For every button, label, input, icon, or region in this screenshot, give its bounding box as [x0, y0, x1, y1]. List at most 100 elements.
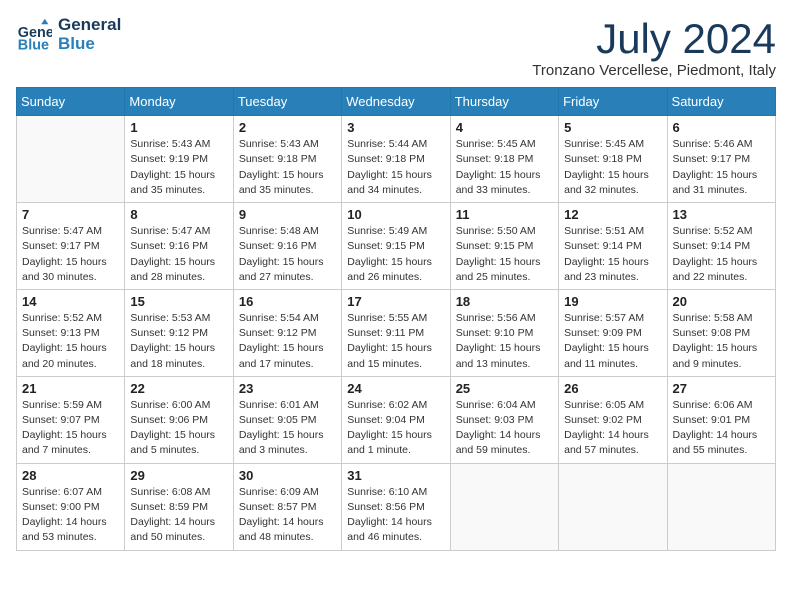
day-number: 18	[456, 294, 553, 309]
day-info: Sunrise: 5:45 AM Sunset: 9:18 PM Dayligh…	[456, 137, 553, 198]
day-number: 5	[564, 120, 661, 135]
day-info: Sunrise: 6:05 AM Sunset: 9:02 PM Dayligh…	[564, 398, 661, 459]
day-number: 9	[239, 207, 336, 222]
day-info: Sunrise: 6:09 AM Sunset: 8:57 PM Dayligh…	[239, 485, 336, 546]
weekday-header-row: SundayMondayTuesdayWednesdayThursdayFrid…	[17, 88, 776, 116]
day-number: 21	[22, 381, 119, 396]
day-info: Sunrise: 5:56 AM Sunset: 9:10 PM Dayligh…	[456, 311, 553, 372]
svg-text:Blue: Blue	[18, 37, 49, 53]
calendar-cell: 9Sunrise: 5:48 AM Sunset: 9:16 PM Daylig…	[233, 203, 341, 290]
day-info: Sunrise: 5:52 AM Sunset: 9:13 PM Dayligh…	[22, 311, 119, 372]
calendar-cell: 8 Sunrise: 5:47 AM Sunset: 9:16 PM Daylig…	[125, 203, 233, 290]
day-info: Sunrise: 5:57 AM Sunset: 9:09 PM Dayligh…	[564, 311, 661, 372]
day-number: 28	[22, 468, 119, 483]
day-number: 8	[130, 207, 227, 222]
calendar-cell: 3Sunrise: 5:44 AM Sunset: 9:18 PM Daylig…	[342, 116, 450, 203]
weekday-header: Friday	[559, 88, 667, 116]
day-number: 22	[130, 381, 227, 396]
weekday-header: Sunday	[17, 88, 125, 116]
day-number: 30	[239, 468, 336, 483]
day-info: Sunrise: 5:43 AM Sunset: 9:19 PM Dayligh…	[130, 137, 227, 198]
calendar-cell: 14 Sunrise: 5:52 AM Sunset: 9:13 PM Dayli…	[17, 289, 125, 376]
day-info: Sunrise: 6:06 AM Sunset: 9:01 PM Dayligh…	[673, 398, 770, 459]
calendar-cell: 30 Sunrise: 6:09 AM Sunset: 8:57 PM Dayli…	[233, 463, 341, 550]
day-number: 2	[239, 120, 336, 135]
day-info: Sunrise: 6:00 AM Sunset: 9:06 PM Dayligh…	[130, 398, 227, 459]
day-number: 3	[347, 120, 444, 135]
day-number: 26	[564, 381, 661, 396]
calendar-cell: 4 Sunrise: 5:45 AM Sunset: 9:18 PM Daylig…	[450, 116, 558, 203]
calendar-cell: 12 Sunrise: 5:51 AM Sunset: 9:14 PM Dayli…	[559, 203, 667, 290]
day-info: Sunrise: 5:52 AM Sunset: 9:14 PM Dayligh…	[673, 224, 770, 285]
calendar-cell	[450, 463, 558, 550]
calendar-cell: 26 Sunrise: 6:05 AM Sunset: 9:02 PM Dayli…	[559, 376, 667, 463]
calendar-cell: 31 Sunrise: 6:10 AM Sunset: 8:56 PM Dayli…	[342, 463, 450, 550]
logo-general: General	[58, 16, 121, 35]
calendar-cell: 24 Sunrise: 6:02 AM Sunset: 9:04 PM Dayli…	[342, 376, 450, 463]
day-number: 31	[347, 468, 444, 483]
day-number: 13	[673, 207, 770, 222]
day-number: 1	[130, 120, 227, 135]
page-header: General Blue General Blue July 2024 Tron…	[16, 16, 776, 79]
day-info: Sunrise: 6:07 AM Sunset: 9:00 PM Dayligh…	[22, 485, 119, 546]
day-info: Sunrise: 5:53 AM Sunset: 9:12 PM Dayligh…	[130, 311, 227, 372]
day-number: 27	[673, 381, 770, 396]
logo: General Blue General Blue	[16, 16, 121, 53]
calendar-week-row: 1 Sunrise: 5:43 AM Sunset: 9:19 PM Daylig…	[17, 116, 776, 203]
day-info: Sunrise: 5:43 AM Sunset: 9:18 PM Dayligh…	[239, 137, 336, 198]
day-info: Sunrise: 5:50 AM Sunset: 9:15 PM Dayligh…	[456, 224, 553, 285]
calendar-cell: 22 Sunrise: 6:00 AM Sunset: 9:06 PM Dayli…	[125, 376, 233, 463]
calendar-cell	[17, 116, 125, 203]
weekday-header: Tuesday	[233, 88, 341, 116]
day-number: 24	[347, 381, 444, 396]
day-number: 14	[22, 294, 119, 309]
day-info: Sunrise: 5:49 AM Sunset: 9:15 PM Dayligh…	[347, 224, 444, 285]
day-number: 11	[456, 207, 553, 222]
calendar-cell: 23 Sunrise: 6:01 AM Sunset: 9:05 PM Dayli…	[233, 376, 341, 463]
day-info: Sunrise: 6:08 AM Sunset: 8:59 PM Dayligh…	[130, 485, 227, 546]
calendar-cell: 20Sunrise: 5:58 AM Sunset: 9:08 PM Dayli…	[667, 289, 775, 376]
day-info: Sunrise: 5:59 AM Sunset: 9:07 PM Dayligh…	[22, 398, 119, 459]
day-info: Sunrise: 5:55 AM Sunset: 9:11 PM Dayligh…	[347, 311, 444, 372]
weekday-header: Wednesday	[342, 88, 450, 116]
calendar-week-row: 14 Sunrise: 5:52 AM Sunset: 9:13 PM Dayli…	[17, 289, 776, 376]
day-number: 6	[673, 120, 770, 135]
location: Tronzano Vercellese, Piedmont, Italy	[532, 62, 776, 79]
day-number: 10	[347, 207, 444, 222]
calendar-week-row: 21 Sunrise: 5:59 AM Sunset: 9:07 PM Dayli…	[17, 376, 776, 463]
calendar-cell: 29Sunrise: 6:08 AM Sunset: 8:59 PM Dayli…	[125, 463, 233, 550]
day-number: 15	[130, 294, 227, 309]
calendar-cell: 7 Sunrise: 5:47 AM Sunset: 9:17 PM Daylig…	[17, 203, 125, 290]
day-number: 23	[239, 381, 336, 396]
month-title: July 2024	[532, 16, 776, 62]
day-number: 12	[564, 207, 661, 222]
day-info: Sunrise: 6:01 AM Sunset: 9:05 PM Dayligh…	[239, 398, 336, 459]
day-number: 25	[456, 381, 553, 396]
day-number: 19	[564, 294, 661, 309]
calendar-cell	[559, 463, 667, 550]
calendar-cell: 6Sunrise: 5:46 AM Sunset: 9:17 PM Daylig…	[667, 116, 775, 203]
day-number: 7	[22, 207, 119, 222]
title-block: July 2024 Tronzano Vercellese, Piedmont,…	[532, 16, 776, 79]
day-number: 4	[456, 120, 553, 135]
day-info: Sunrise: 5:51 AM Sunset: 9:14 PM Dayligh…	[564, 224, 661, 285]
day-number: 16	[239, 294, 336, 309]
day-info: Sunrise: 5:58 AM Sunset: 9:08 PM Dayligh…	[673, 311, 770, 372]
calendar-cell: 27 Sunrise: 6:06 AM Sunset: 9:01 PM Dayli…	[667, 376, 775, 463]
day-info: Sunrise: 6:10 AM Sunset: 8:56 PM Dayligh…	[347, 485, 444, 546]
day-info: Sunrise: 5:45 AM Sunset: 9:18 PM Dayligh…	[564, 137, 661, 198]
day-info: Sunrise: 6:04 AM Sunset: 9:03 PM Dayligh…	[456, 398, 553, 459]
calendar-cell: 5 Sunrise: 5:45 AM Sunset: 9:18 PM Daylig…	[559, 116, 667, 203]
weekday-header: Monday	[125, 88, 233, 116]
calendar-cell: 16Sunrise: 5:54 AM Sunset: 9:12 PM Dayli…	[233, 289, 341, 376]
logo-icon: General Blue	[16, 17, 52, 53]
calendar-cell: 10 Sunrise: 5:49 AM Sunset: 9:15 PM Dayli…	[342, 203, 450, 290]
calendar-cell: 28 Sunrise: 6:07 AM Sunset: 9:00 PM Dayli…	[17, 463, 125, 550]
logo-blue: Blue	[58, 35, 121, 54]
day-info: Sunrise: 6:02 AM Sunset: 9:04 PM Dayligh…	[347, 398, 444, 459]
day-info: Sunrise: 5:47 AM Sunset: 9:16 PM Dayligh…	[130, 224, 227, 285]
calendar-week-row: 28 Sunrise: 6:07 AM Sunset: 9:00 PM Dayli…	[17, 463, 776, 550]
calendar-cell: 15 Sunrise: 5:53 AM Sunset: 9:12 PM Dayli…	[125, 289, 233, 376]
day-info: Sunrise: 5:47 AM Sunset: 9:17 PM Dayligh…	[22, 224, 119, 285]
calendar-cell: 19 Sunrise: 5:57 AM Sunset: 9:09 PM Dayli…	[559, 289, 667, 376]
